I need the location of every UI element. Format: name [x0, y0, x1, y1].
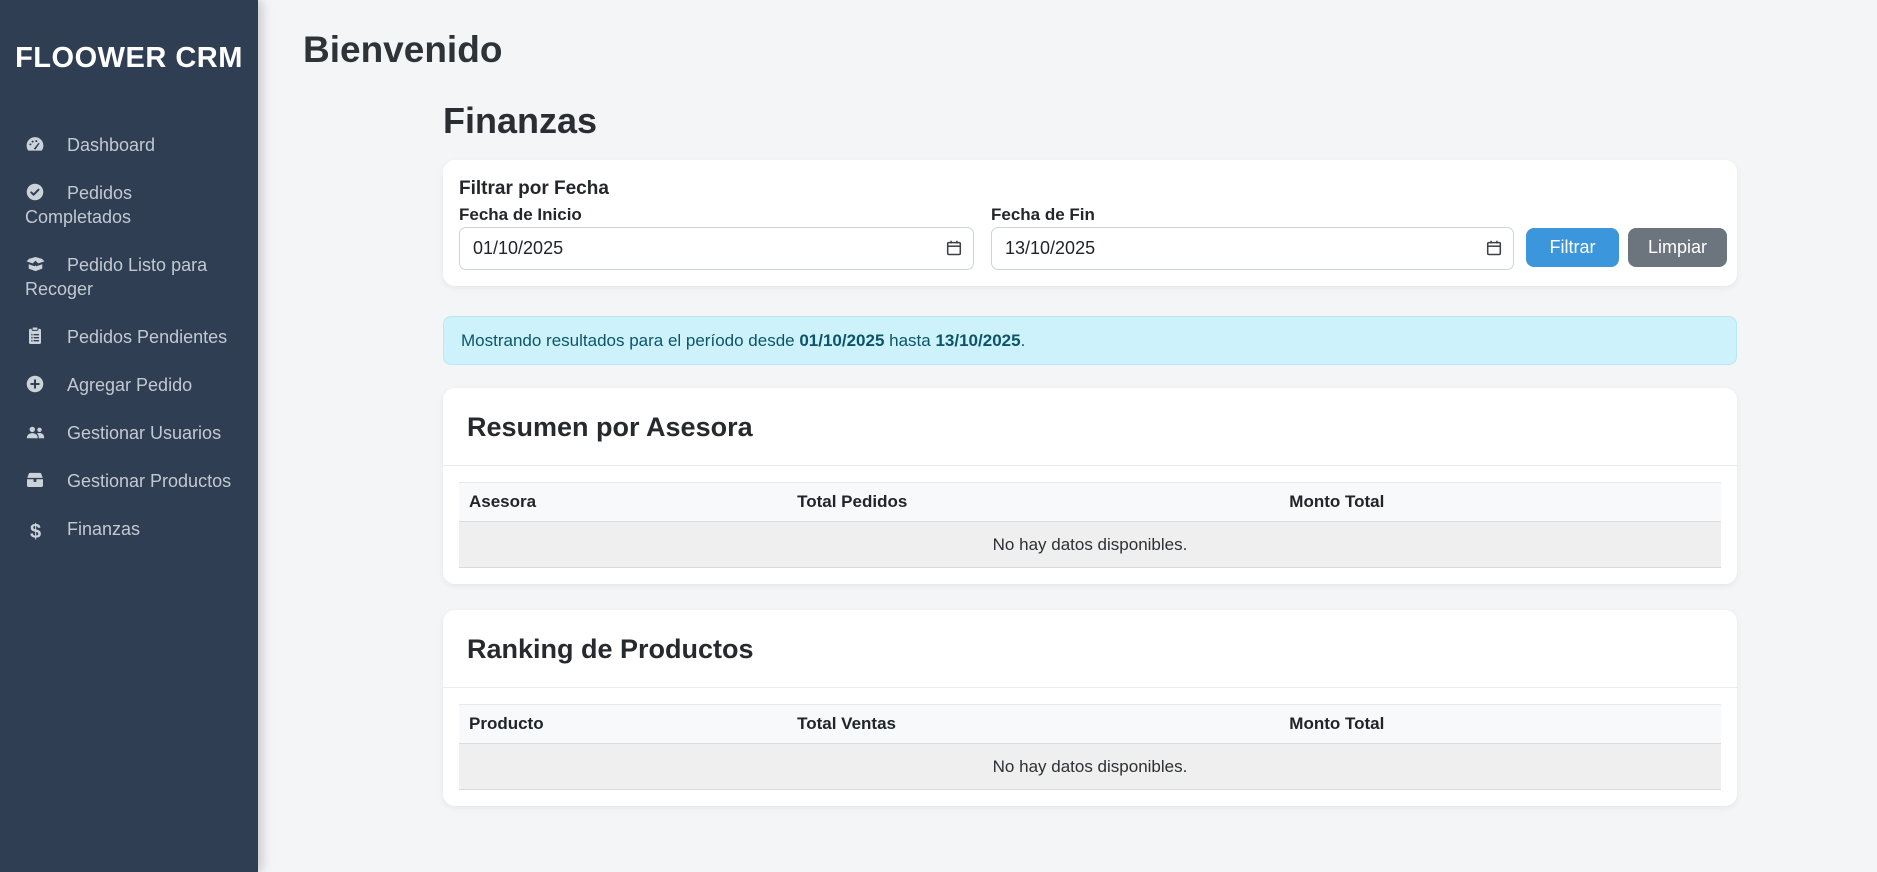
dollar-icon: $ [25, 520, 46, 540]
asesora-card-body: Asesora Total Pedidos Monto Total No hay… [443, 466, 1737, 584]
end-date-input[interactable] [991, 227, 1514, 270]
start-date-calendar-icon[interactable] [945, 239, 963, 257]
sidebar-item-label: Finanzas [67, 519, 140, 539]
sidebar-item-label: Gestionar Usuarios [67, 423, 221, 443]
filter-buttons: Filtrar Limpiar [1526, 228, 1727, 270]
productos-card-body: Producto Total Ventas Monto Total No hay… [443, 688, 1737, 806]
alert-text-suffix: . [1021, 331, 1026, 350]
filter-row: Fecha de Inicio [459, 204, 1721, 270]
monto-total-col-header: Monto Total [1279, 705, 1721, 744]
filter-card-title: Filtrar por Fecha [459, 176, 1721, 202]
page-title: Bienvenido [303, 28, 1832, 72]
asesora-empty-message: No hay datos disponibles. [459, 522, 1721, 568]
alert-end-date: 13/10/2025 [935, 331, 1020, 350]
sidebar-item-label: Pedidos Pendientes [67, 327, 227, 347]
start-date-wrap [459, 227, 974, 270]
start-date-input[interactable] [459, 227, 974, 270]
producto-col-header: Producto [459, 705, 787, 744]
start-date-field-group: Fecha de Inicio [459, 204, 974, 270]
sidebar-nav: Dashboard Pedidos Completados Pedido Lis [0, 121, 258, 553]
app-window: FLOOWER CRM Dashboard [0, 0, 1877, 872]
productos-ranking-card: Ranking de Productos Producto Total Vent… [443, 610, 1737, 806]
sidebar-item-pedidos-pendientes[interactable]: Pedidos Pendientes [0, 313, 258, 361]
end-date-calendar-icon[interactable] [1485, 239, 1503, 257]
check-circle-icon [25, 182, 46, 202]
sidebar-item-agregar-pedido[interactable]: Agregar Pedido [0, 361, 258, 409]
productos-card-title: Ranking de Productos [443, 610, 1737, 688]
end-date-field-group: Fecha de Fin [991, 204, 1514, 270]
asesora-table-header-row: Asesora Total Pedidos Monto Total [459, 483, 1721, 522]
total-pedidos-col-header: Total Pedidos [787, 483, 1279, 522]
start-date-label: Fecha de Inicio [459, 204, 974, 226]
sidebar-item-gestionar-usuarios[interactable]: Gestionar Usuarios [0, 409, 258, 457]
section-title: Finanzas [443, 98, 1737, 144]
asesora-col-header: Asesora [459, 483, 787, 522]
productos-empty-message: No hay datos disponibles. [459, 744, 1721, 790]
total-ventas-col-header: Total Ventas [787, 705, 1279, 744]
sidebar-item-dashboard[interactable]: Dashboard [0, 121, 258, 169]
brand-logo[interactable]: FLOOWER CRM [0, 0, 258, 75]
box-icon [25, 470, 46, 490]
finanzas-section: Finanzas Filtrar por Fecha Fecha de Inic… [443, 98, 1737, 806]
sidebar-item-gestionar-productos[interactable]: Gestionar Productos [0, 457, 258, 505]
asesora-summary-card: Resumen por Asesora Asesora Total Pedido… [443, 388, 1737, 584]
productos-table-header-row: Producto Total Ventas Monto Total [459, 705, 1721, 744]
plus-circle-icon [25, 374, 46, 394]
end-date-label: Fecha de Fin [991, 204, 1514, 226]
filter-card: Filtrar por Fecha Fecha de Inicio [443, 160, 1737, 286]
main-content: Bienvenido Finanzas Filtrar por Fecha Fe… [258, 0, 1877, 872]
sidebar-item-label: Pedido Listo para Recoger [25, 255, 207, 299]
box-open-icon [25, 254, 46, 274]
sidebar-item-label: Gestionar Productos [67, 471, 231, 491]
productos-empty-row: No hay datos disponibles. [459, 744, 1721, 790]
asesora-table: Asesora Total Pedidos Monto Total No hay… [459, 482, 1721, 568]
sidebar-item-finanzas[interactable]: $ Finanzas [0, 505, 258, 553]
clear-button[interactable]: Limpiar [1628, 228, 1727, 267]
asesora-card-title: Resumen por Asesora [443, 388, 1737, 466]
productos-table: Producto Total Ventas Monto Total No hay… [459, 704, 1721, 790]
users-icon [25, 422, 46, 442]
asesora-empty-row: No hay datos disponibles. [459, 522, 1721, 568]
clipboard-list-icon [25, 326, 46, 346]
sidebar-item-label: Dashboard [67, 135, 155, 155]
end-date-wrap [991, 227, 1514, 270]
sidebar-item-pedido-listo[interactable]: Pedido Listo para Recoger [0, 241, 258, 313]
gauge-icon [25, 134, 46, 154]
alert-text-prefix: Mostrando resultados para el período des… [461, 331, 799, 350]
sidebar: FLOOWER CRM Dashboard [0, 0, 258, 872]
filter-button[interactable]: Filtrar [1526, 228, 1619, 267]
alert-text-middle: hasta [884, 331, 935, 350]
alert-start-date: 01/10/2025 [799, 331, 884, 350]
sidebar-item-label: Agregar Pedido [67, 375, 192, 395]
monto-total-col-header: Monto Total [1279, 483, 1721, 522]
sidebar-item-pedidos-completados[interactable]: Pedidos Completados [0, 169, 258, 241]
results-period-alert: Mostrando resultados para el período des… [443, 316, 1737, 365]
